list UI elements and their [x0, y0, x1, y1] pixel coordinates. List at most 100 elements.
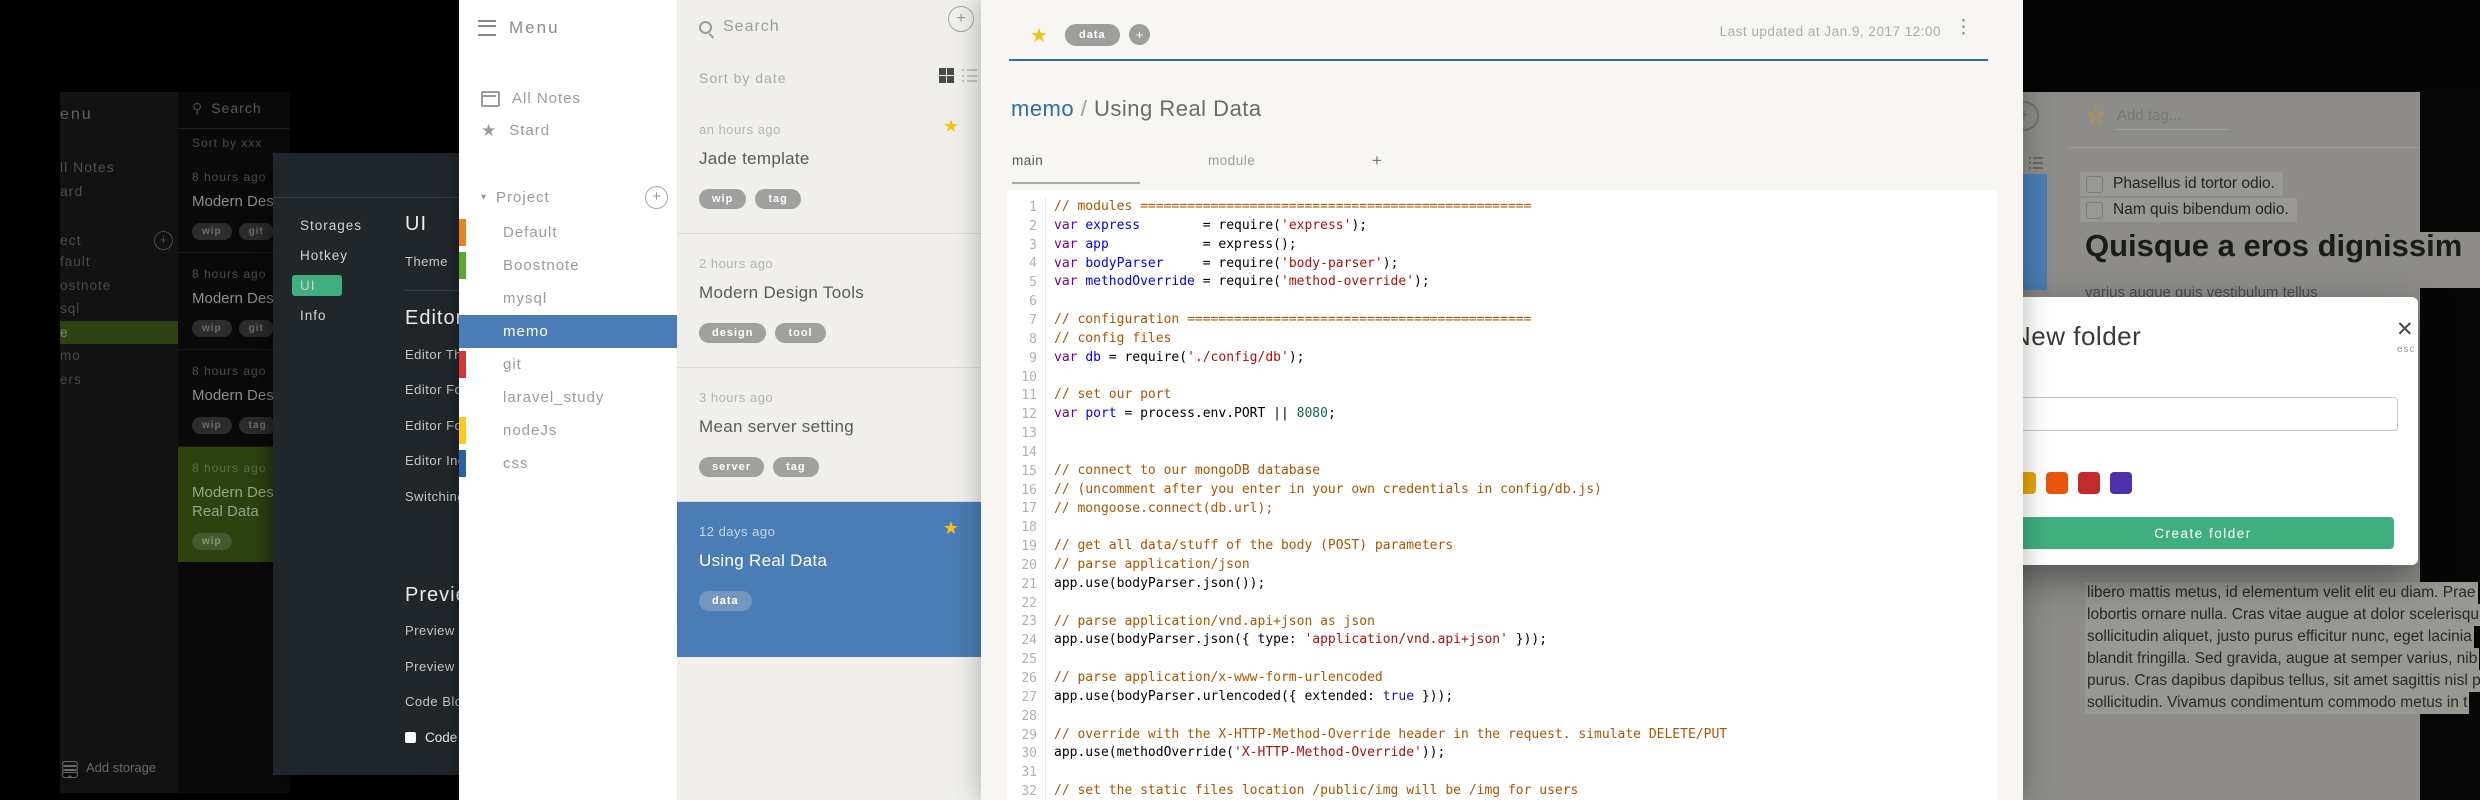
notes-icon [481, 90, 500, 107]
search-input[interactable]: Search [699, 18, 780, 36]
tag-pill[interactable]: tag [755, 189, 801, 209]
tag-pill[interactable]: data [699, 591, 752, 611]
line-number: 1 [1007, 198, 1046, 217]
star-icon[interactable]: ★ [943, 116, 959, 137]
code-line: 23 // parse application/vnd.api+json as j… [1007, 612, 1997, 632]
note-list-item[interactable]: an hours ago ★ Jade template wip tag [677, 100, 981, 234]
folder-name-input[interactable] [2010, 397, 2398, 431]
code-line: 2 var express = require('express'); [1007, 216, 1997, 236]
code-line: 27 app.use(bodyParser.urlencoded({ extend… [1007, 687, 1997, 707]
note-tag-pill[interactable]: data [1065, 24, 1120, 46]
code-line: 29 // override with the X-HTTP-Method-Ove… [1007, 725, 1997, 745]
note-menu-kebab-icon[interactable]: ⋮ [1954, 18, 1973, 37]
tab-main[interactable]: main [1012, 153, 1140, 184]
add-tab-button[interactable]: + [1372, 151, 1382, 171]
code-text: var db = require('./config/db'); [1054, 349, 1305, 365]
settings-checkbox-item[interactable]: Code B [405, 720, 459, 756]
tag-pill[interactable]: tag [773, 457, 819, 477]
tag-pill[interactable]: tool [775, 323, 826, 343]
tag-pill: wip [192, 223, 232, 240]
note-list-item[interactable]: 2 hours ago Modern Design Tools design tool [677, 234, 981, 368]
sidebar-folder-memo[interactable]: memo [459, 315, 677, 348]
code-line: 16 // (uncomment after you enter in your … [1007, 480, 1997, 500]
star-icon[interactable]: ★ [943, 518, 959, 539]
add-folder-button[interactable]: + [645, 186, 668, 209]
tag-pill[interactable]: design [699, 323, 767, 343]
code-text: // get all data/stuff of the body (POST)… [1054, 538, 1454, 554]
code-line: 22 [1007, 593, 1997, 613]
sidebar-folder-css[interactable]: css [459, 447, 677, 480]
code-text: // parse application/x-www-form-urlencod… [1054, 670, 1383, 686]
settings-item[interactable]: Editor Inc [405, 443, 459, 479]
color-swatch[interactable] [2110, 472, 2132, 494]
code-line: 10 [1007, 367, 1997, 387]
settings-section-heading: Previe [405, 583, 459, 606]
sidebar-folder-nodeJs[interactable]: nodeJs [459, 414, 677, 447]
code-line: 17 // mongoose.connect(db.url); [1007, 499, 1997, 519]
sidebar-item-all-notes[interactable]: All Notes [481, 90, 581, 107]
sidebar-folder-Boostnote[interactable]: Boostnote [459, 249, 677, 282]
color-swatch[interactable] [2046, 472, 2068, 494]
code-line: 20 // parse application/json [1007, 556, 1997, 575]
settings-popover: Storages Hotkey UI Info UI Theme Editor Editor… [273, 153, 459, 775]
settings-item[interactable]: Editor Fo [405, 408, 459, 444]
sidebar-folder-git[interactable]: git [459, 348, 677, 381]
tag-pill[interactable]: server [699, 457, 765, 477]
grid-view-icon[interactable] [939, 68, 954, 83]
code-line: 15 // connect to our mongoDB database [1007, 461, 1997, 481]
color-swatch[interactable] [2078, 472, 2100, 494]
line-number: 26 [1007, 669, 1046, 688]
folder-color-strip [459, 450, 466, 477]
settings-item[interactable]: Editor Fo [405, 372, 459, 408]
line-number: 27 [1007, 687, 1046, 707]
settings-item[interactable]: Preview F [405, 649, 459, 685]
list-view-icon [2029, 157, 2043, 169]
dark-folder-item: mo [60, 348, 81, 364]
code-text: app.use(bodyParser.json({ type: 'applica… [1054, 632, 1548, 648]
dark-theme-app-screenshot: enu ll Notes ard ect + fault ostnote sql e m… [60, 92, 290, 793]
code-line: 12 var port = process.env.PORT || 8080; [1007, 405, 1997, 425]
code-editor[interactable]: 1 // modules ============================… [1007, 190, 1997, 800]
code-line: 19 // get all data/stuff of the body (POS… [1007, 537, 1997, 557]
right-black-column [2420, 288, 2480, 800]
line-number: 2 [1007, 216, 1046, 236]
add-tag-button[interactable]: + [1129, 24, 1150, 45]
line-number: 20 [1007, 556, 1046, 575]
note-star-icon[interactable]: ★ [1030, 23, 1048, 48]
create-folder-button[interactable]: Create folder [2012, 517, 2394, 549]
list-view-icon[interactable] [962, 69, 977, 82]
settings-nav-info[interactable]: Info [300, 300, 410, 330]
settings-item[interactable]: Switching [405, 479, 459, 515]
menu-button[interactable]: Menu [478, 18, 560, 38]
tab-module[interactable]: module [1208, 153, 1304, 168]
code-line: 18 [1007, 518, 1997, 538]
note-list-item[interactable]: 12 days ago ★ Using Real Data data [677, 502, 981, 657]
breadcrumb-folder[interactable]: memo [1011, 96, 1074, 121]
dark-search-row: ⚲ Search [192, 100, 262, 116]
folder-label: css [503, 455, 529, 472]
sidebar-folder-mysql[interactable]: mysql [459, 282, 677, 315]
code-text: var bodyParser = require('body-parser'); [1054, 255, 1399, 271]
settings-nav-ui[interactable]: UI [292, 270, 410, 300]
settings-nav-hotkey[interactable]: Hotkey [300, 240, 410, 270]
search-icon [699, 20, 712, 34]
settings-item[interactable]: Editor Th [405, 337, 459, 373]
project-section-toggle[interactable]: ▾ Project [481, 189, 550, 206]
sort-by-label[interactable]: Sort by date [699, 70, 787, 86]
note-list-item[interactable]: 3 hours ago Mean server setting server tag [677, 368, 981, 502]
line-number: 32 [1007, 782, 1046, 800]
settings-nav-storages[interactable]: Storages [300, 210, 410, 240]
line-number: 19 [1007, 537, 1046, 557]
sidebar-folder-Default[interactable]: Default [459, 216, 677, 249]
sidebar-item-starred[interactable]: ★ Stard [481, 122, 550, 140]
editor-panel: ★ data + Last updated at Jan.9, 2017 12:… [981, 0, 2023, 800]
close-icon[interactable]: ✕ [2396, 317, 2414, 342]
code-line: 4 var bodyParser = require('body-parser')… [1007, 254, 1997, 274]
settings-nav-label: Storages [300, 217, 363, 233]
settings-item[interactable]: Theme [405, 244, 459, 280]
sidebar-folder-laravel_study[interactable]: laravel_study [459, 381, 677, 414]
tag-pill[interactable]: wip [699, 189, 747, 209]
settings-item[interactable]: Preview F [405, 613, 459, 649]
new-note-button[interactable]: + [948, 6, 974, 32]
settings-item[interactable]: Code Blo [405, 684, 459, 720]
